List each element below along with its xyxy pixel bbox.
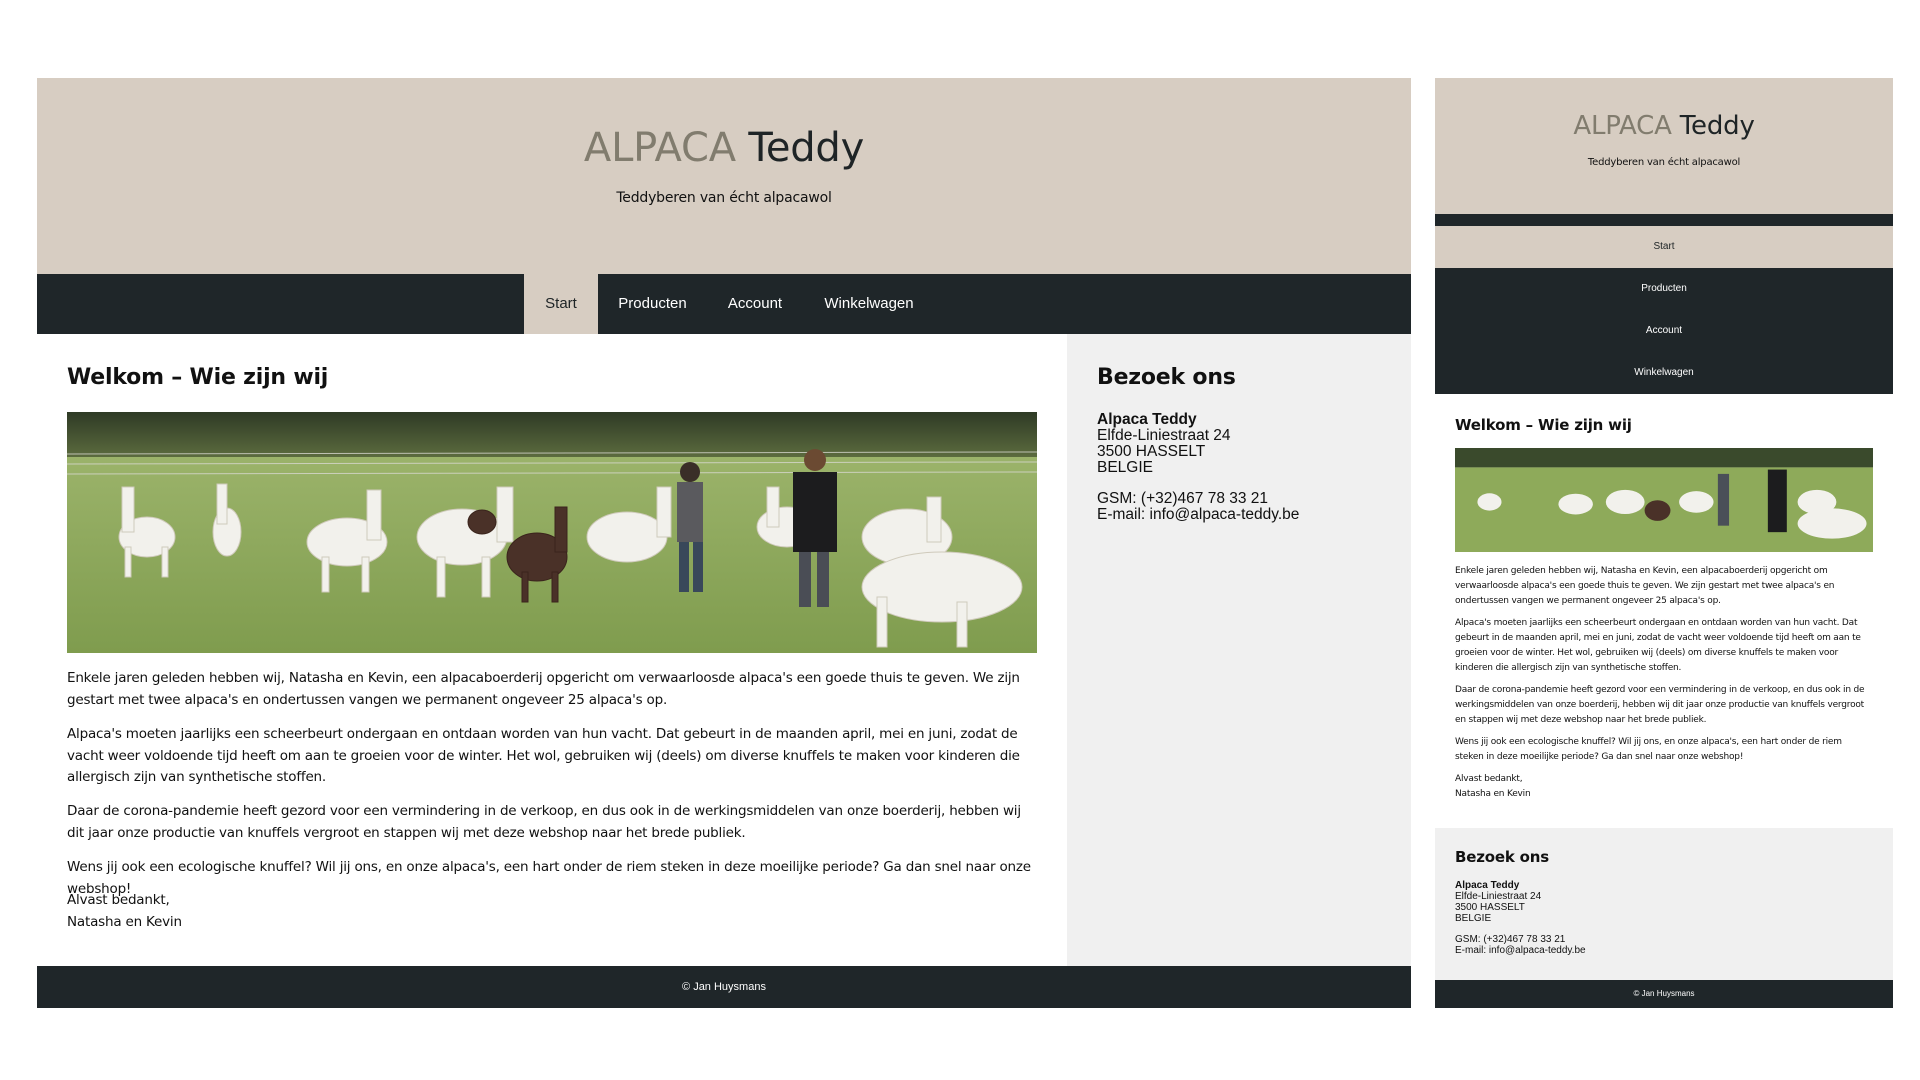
contact-email[interactable]: E-mail: info@alpaca-teddy.be	[1455, 945, 1586, 956]
contact-phone: GSM: (+32)467 78 33 21	[1097, 490, 1269, 507]
contact-email[interactable]: E-mail: info@alpaca-teddy.be	[1097, 507, 1299, 523]
main-content: Welkom – Wie zijn wij Enkele jaren geled…	[37, 334, 1067, 966]
nav-account[interactable]: Account	[1435, 310, 1893, 352]
intro-paragraph-2: Alpaca's moeten jaarlijks een scheerbeur…	[1455, 618, 1861, 673]
site-header: ALPACA Teddy Teddyberen van écht alpacaw…	[37, 78, 1411, 274]
nav-account[interactable]: Account	[707, 274, 803, 334]
mobile-view: ALPACA Teddy Teddyberen van écht alpacaw…	[1435, 78, 1893, 1008]
site-footer: © Jan Huysmans	[1435, 980, 1893, 1008]
brand-part2: Teddy	[1671, 111, 1755, 141]
brand-part1: ALPACA	[1573, 111, 1672, 141]
brand-part1: ALPACA	[583, 125, 736, 171]
site-logo[interactable]: ALPACA Teddy	[37, 124, 1411, 172]
address-street: Elfde-Liniestraat 24	[1455, 891, 1542, 902]
address-name: Alpaca Teddy	[1455, 880, 1520, 891]
welcome-heading: Welkom – Wie zijn wij	[67, 365, 329, 390]
intro-paragraph-3: Daar de corona-pandemie heeft gezord voo…	[1455, 685, 1865, 725]
nav-producten[interactable]: Producten	[1435, 268, 1893, 310]
nav-producten[interactable]: Producten	[598, 274, 707, 334]
intro-paragraph-1: Enkele jaren geleden hebben wij, Natasha…	[67, 670, 1020, 708]
address-country: BELGIE	[1455, 913, 1492, 924]
intro-paragraph-1: Enkele jaren geleden hebben wij, Natasha…	[1455, 566, 1835, 606]
intro-paragraph-4: Wens jij ook een ecologische knuffel? Wi…	[1455, 737, 1842, 762]
nav-winkelwagen[interactable]: Winkelwagen	[803, 274, 935, 334]
site-logo[interactable]: ALPACA Teddy	[1435, 110, 1893, 142]
site-tagline: Teddyberen van écht alpacawol	[1587, 157, 1741, 168]
nav-start[interactable]: Start	[524, 274, 598, 334]
site-footer: © Jan Huysmans	[37, 966, 1411, 1008]
address-city: 3500 HASSELT	[1455, 902, 1525, 913]
contact-phone: GSM: (+32)467 78 33 21	[1455, 934, 1566, 945]
visit-heading: Bezoek ons	[1097, 365, 1236, 390]
nav-start[interactable]: Start	[1435, 226, 1893, 268]
site-tagline: Teddyberen van écht alpacawol	[616, 190, 832, 206]
brand-part2: Teddy	[735, 125, 865, 171]
address-country: BELGIE	[1097, 459, 1153, 476]
address-city: 3500 HASSELT	[1097, 443, 1206, 460]
site-header: ALPACA Teddy Teddyberen van écht alpacaw…	[1435, 78, 1893, 214]
intro-paragraph-2: Alpaca's moeten jaarlijks een scheerbeur…	[67, 726, 1020, 785]
visit-sidebar: Bezoek ons Alpaca Teddy Elfde-Liniestraa…	[1067, 334, 1411, 966]
welcome-heading: Welkom – Wie zijn wij	[1455, 416, 1632, 434]
address-street: Elfde-Liniestraat 24	[1097, 427, 1231, 444]
alpaca-photo	[1455, 448, 1873, 552]
main-nav: Start Producten Account Winkelwagen	[1435, 214, 1893, 394]
main-nav: Start Producten Account Winkelwagen	[37, 274, 1411, 334]
closing-line-2: Natasha en Kevin	[67, 914, 182, 930]
desktop-view: ALPACA Teddy Teddyberen van écht alpacaw…	[37, 78, 1411, 1008]
visit-sidebar: Bezoek ons Alpaca Teddy Elfde-Liniestraa…	[1435, 828, 1893, 980]
closing-line-2: Natasha en Kevin	[1455, 789, 1531, 799]
intro-paragraph-3: Daar de corona-pandemie heeft gezord voo…	[67, 803, 1021, 841]
closing-line-1: Alvast bedankt,	[1455, 774, 1523, 784]
alpaca-photo	[67, 412, 1037, 653]
closing-line-1: Alvast bedankt,	[67, 892, 170, 908]
visit-heading: Bezoek ons	[1455, 848, 1549, 866]
address-name: Alpaca Teddy	[1097, 411, 1197, 428]
nav-winkelwagen[interactable]: Winkelwagen	[1435, 352, 1893, 394]
